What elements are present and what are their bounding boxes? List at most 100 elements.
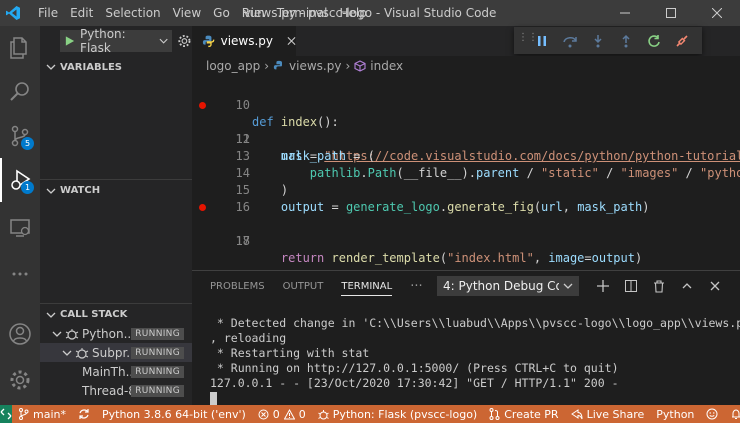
menu-file[interactable]: File xyxy=(32,0,64,26)
close-panel-button[interactable] xyxy=(704,276,726,296)
disconnect-icon xyxy=(676,34,688,47)
call-stack-section-header[interactable]: CALL STACK xyxy=(40,303,192,325)
terminal-output[interactable]: * Detected change in 'C:\\Users\\luabud\… xyxy=(210,316,740,406)
terminal-select[interactable]: 4: Python Debug Consc xyxy=(437,276,579,296)
breakpoint-icon[interactable] xyxy=(199,102,206,109)
code-line: 15 output = generate_logo.generate_fig(u… xyxy=(192,165,740,214)
chevron-down-icon xyxy=(46,64,56,70)
debug-session-icon xyxy=(75,347,89,359)
menu-run[interactable]: Run xyxy=(236,0,271,26)
explorer-icon[interactable] xyxy=(0,26,40,70)
start-debugging-icon[interactable] xyxy=(64,35,75,47)
code-editor[interactable]: 10 def index(): 11 url = "https://code.v… xyxy=(192,76,740,270)
close-icon[interactable] xyxy=(287,36,296,46)
maximize-panel-button[interactable] xyxy=(676,276,698,296)
bottom-panel: PROBLEMS OUTPUT TERMINAL ··· 4: Python D… xyxy=(192,270,740,405)
new-terminal-button[interactable] xyxy=(592,276,614,296)
chevron-down-icon xyxy=(46,312,56,318)
language-label: Python xyxy=(656,407,695,421)
open-launch-json-gear-icon[interactable] xyxy=(177,33,192,49)
code-token: output xyxy=(591,251,635,265)
variables-section-header[interactable]: VARIABLES xyxy=(40,56,192,78)
chevron-right-icon: › xyxy=(345,59,351,73)
create-pr-button[interactable]: Create PR xyxy=(483,408,564,421)
code-line: 18 xyxy=(192,216,740,248)
chevron-down-icon xyxy=(46,188,56,194)
chevron-up-icon xyxy=(682,283,692,289)
tab-terminal[interactable]: TERMINAL xyxy=(341,277,393,296)
menu-bar: File Edit Selection View Go Run Terminal… xyxy=(32,0,373,26)
code-token: "index.html" xyxy=(447,251,534,265)
problems-status[interactable]: 0 0 xyxy=(252,408,312,421)
plus-icon xyxy=(597,280,609,292)
status-badge: RUNNING xyxy=(131,327,184,340)
debug-config-status[interactable]: Python: Flask (pvscc-logo) xyxy=(312,408,483,421)
call-stack-item[interactable]: Thread-8 RUNNING xyxy=(40,381,192,400)
minimize-button[interactable] xyxy=(602,0,648,26)
search-icon[interactable] xyxy=(0,70,40,114)
vscode-logo-icon xyxy=(0,0,26,26)
breadcrumb-file[interactable]: views.py xyxy=(289,59,341,73)
step-into-button[interactable] xyxy=(586,30,610,52)
drag-handle-icon[interactable]: ⋮⋮ xyxy=(518,32,538,48)
more-actions-icon[interactable]: ··· xyxy=(410,279,422,294)
breadcrumb-symbol[interactable]: index xyxy=(370,59,403,73)
warning-icon xyxy=(283,408,295,419)
remote-indicator[interactable] xyxy=(0,405,12,423)
kill-terminal-button[interactable] xyxy=(648,276,670,296)
status-badge: RUNNING xyxy=(131,365,184,378)
run-config-dropdown[interactable]: Python: Flask xyxy=(60,27,173,55)
close-window-button[interactable] xyxy=(694,0,740,26)
step-over-button[interactable] xyxy=(558,30,582,52)
code-line: 14 ) xyxy=(192,148,740,197)
call-stack-label: Subpr... xyxy=(92,345,131,360)
tab-output[interactable]: OUTPUT xyxy=(283,281,324,292)
activity-bar: 5 1 xyxy=(0,26,40,405)
settings-gear-icon[interactable] xyxy=(0,358,40,402)
breakpoint-icon[interactable] xyxy=(199,204,206,211)
breadcrumb: logo_app › views.py › index xyxy=(192,56,740,76)
terminal-line: , reloading xyxy=(210,331,287,345)
feedback-button[interactable] xyxy=(700,408,724,420)
account-icon[interactable] xyxy=(0,312,40,356)
menu-help[interactable]: Help xyxy=(334,0,373,26)
debug-config-label: Python: Flask (pvscc-logo) xyxy=(332,407,478,421)
code-line: 10 def index(): xyxy=(192,80,740,129)
pause-button[interactable] xyxy=(530,30,554,52)
remote-explorer-icon[interactable] xyxy=(0,206,40,250)
tab-problems[interactable]: PROBLEMS xyxy=(210,281,265,292)
call-stack-item[interactable]: MainTh... RUNNING xyxy=(40,362,192,381)
interpreter-status[interactable]: Python 3.8.6 64-bit ('env') xyxy=(96,408,252,421)
run-debug-icon[interactable]: 1 xyxy=(0,158,40,202)
python-file-icon xyxy=(273,60,283,70)
watch-section-header[interactable]: WATCH xyxy=(40,179,192,201)
source-control-icon[interactable]: 5 xyxy=(0,114,40,158)
method-symbol-icon xyxy=(354,60,366,72)
window-controls xyxy=(602,0,740,26)
split-terminal-button[interactable] xyxy=(620,276,642,296)
disconnect-button[interactable] xyxy=(670,30,694,52)
step-out-button[interactable] xyxy=(614,30,638,52)
maximize-button[interactable] xyxy=(648,0,694,26)
menu-selection[interactable]: Selection xyxy=(99,0,166,26)
live-share-button[interactable]: Live Share xyxy=(565,408,651,421)
language-mode[interactable]: Python xyxy=(650,408,700,421)
call-stack-label: Python... xyxy=(82,326,132,341)
tab-views-py[interactable]: views.py xyxy=(192,26,296,56)
menu-view[interactable]: View xyxy=(167,0,207,26)
menu-terminal[interactable]: Terminal xyxy=(271,0,334,26)
step-out-icon xyxy=(622,34,630,47)
code-token: return xyxy=(280,251,325,265)
call-stack-item[interactable]: Subpr... RUNNING xyxy=(40,343,192,362)
more-icon[interactable] xyxy=(0,252,40,296)
notifications-button[interactable] xyxy=(724,408,740,420)
sync-button[interactable] xyxy=(72,408,96,420)
call-stack-item[interactable]: Python... RUNNING xyxy=(40,324,192,343)
split-icon xyxy=(625,280,637,292)
branch-status[interactable]: main* xyxy=(12,408,72,421)
restart-button[interactable] xyxy=(642,30,666,52)
breadcrumb-folder[interactable]: logo_app xyxy=(206,59,260,73)
code-token: = xyxy=(584,251,592,265)
menu-go[interactable]: Go xyxy=(207,0,236,26)
menu-edit[interactable]: Edit xyxy=(64,0,99,26)
